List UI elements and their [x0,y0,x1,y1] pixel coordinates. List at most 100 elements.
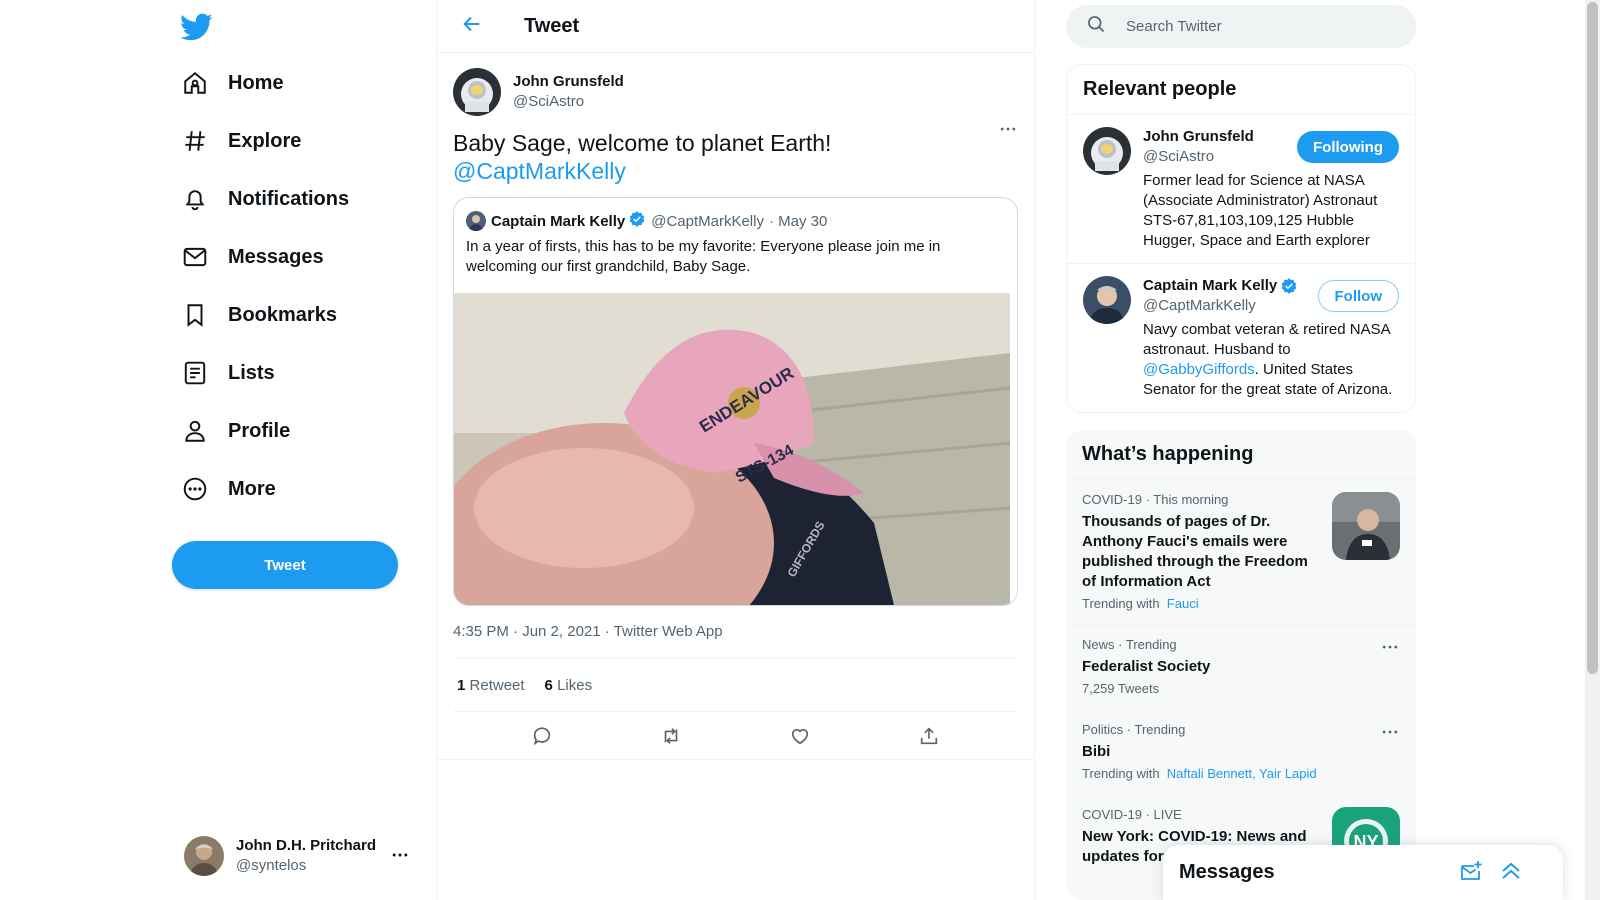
likes-label: Likes [557,676,593,694]
avatar[interactable] [1083,127,1131,175]
home-icon [182,70,208,96]
trend-item[interactable]: News · Trending Federalist Society 7,259… [1066,624,1416,709]
more-horizontal-icon[interactable] [1380,722,1400,747]
following-button[interactable]: Following [1297,131,1399,163]
nav-item-messages[interactable]: Messages [170,232,336,282]
back-button[interactable] [455,9,489,43]
person-name[interactable]: Captain Mark Kelly [1143,276,1277,296]
nav-item-lists[interactable]: Lists [170,348,287,398]
main-column: Tweet John Grunsfeld @SciAstro Baby Sage… [436,0,1035,900]
card-title: What’s happening [1082,443,1254,465]
mail-icon [182,244,208,270]
new-message-icon[interactable] [1459,859,1483,888]
nav-item-profile[interactable]: Profile [170,406,302,456]
trend-subtitle: Trending with Naftali Bennett, Yair Lapi… [1082,766,1400,782]
twitter-bird-icon[interactable] [179,10,213,44]
arrow-left-icon [461,13,483,40]
avatar[interactable] [453,68,501,116]
avatar[interactable] [1083,276,1131,324]
nav-label: Lists [228,361,275,384]
trend-subtitle: 7,259 Tweets [1082,681,1160,696]
trend-link[interactable]: Fauci [1167,596,1199,611]
nav-label: Notifications [228,187,350,210]
page-scrollbar[interactable] [1585,0,1600,900]
nav-label: Home [228,71,284,94]
person-item[interactable]: Captain Mark Kelly @CaptMarkKelly Navy c… [1067,263,1415,412]
nav-item-home[interactable]: Home [170,58,296,108]
account-handle: @syntelos [236,857,307,874]
tweet-author[interactable]: John Grunsfeld @SciAstro [453,53,1018,119]
retweet-icon[interactable] [653,718,689,754]
trend-title: Federalist Society [1082,658,1211,675]
retweets-count: 1 [457,676,466,694]
messages-drawer[interactable]: Messages [1163,845,1563,900]
tweet-photo[interactable]: ENDEAVOUR STS-134 GIFFORDS [454,293,1017,605]
quote-author-name: Captain Mark Kelly [491,212,626,230]
more-horizontal-icon[interactable] [1380,637,1400,662]
trend-title: Thousands of pages of Dr. Anthony Fauci'… [1082,513,1308,590]
left-navigation: Home Explore Notifications Messages Book… [0,0,436,900]
quote-date: · May 30 [768,212,828,230]
search-icon [1086,14,1106,39]
bio-mention-link[interactable]: @GabbyGiffords [1143,361,1255,378]
trend-item[interactable]: Politics · Trending Bibi Trending with N… [1066,709,1416,794]
page-title: Tweet [524,14,580,37]
list-icon [182,360,208,386]
tweet-stats: 1 Retweet 6 Likes [453,658,1018,712]
bookmark-icon [182,302,208,328]
nav-label: More [228,477,276,500]
likes-stat[interactable]: 6 Likes [545,677,593,694]
follow-button[interactable]: Follow [1317,280,1399,312]
trend-sub-label: Trending with [1082,596,1160,611]
whats-happening-card: What’s happening COVID-19 · This morning… [1066,430,1416,900]
nav-item-bookmarks[interactable]: Bookmarks [170,290,349,340]
relevant-people-card: Relevant people John Grunsfeld @SciAstro… [1066,64,1416,413]
author-handle[interactable]: @SciAstro [513,92,624,112]
mention-link[interactable]: @CaptMarkKelly [453,157,1018,185]
quote-text: In a year of firsts, this has to be my f… [466,238,941,275]
share-icon[interactable] [911,718,947,754]
trend-sub-label: Trending with [1082,766,1160,781]
trend-thumbnail [1332,492,1400,560]
nav-item-more[interactable]: More [170,464,288,514]
retweets-stat[interactable]: 1 Retweet [457,677,525,694]
bell-icon [182,186,208,212]
compose-tweet-button[interactable]: Tweet [172,541,398,589]
scrollbar-thumb[interactable] [1587,2,1598,674]
more-horizontal-icon[interactable] [998,119,1018,144]
retweets-label: Retweet [469,676,525,694]
trend-link[interactable]: Naftali Bennett, Yair Lapid [1167,766,1317,781]
person-item[interactable]: John Grunsfeld @SciAstro Former lead for… [1067,114,1415,263]
tweet-actions [437,712,1034,760]
trend-context: COVID-19 · This morning [1082,492,1229,507]
quoted-tweet[interactable]: Captain Mark Kelly @CaptMarkKelly · May … [453,197,1018,606]
quote-author-handle: @CaptMarkKelly [651,212,764,230]
person-icon [182,418,208,444]
nav-label: Profile [228,419,291,442]
account-switcher[interactable]: John D.H. Pritchard @syntelos [172,825,422,887]
search-box[interactable] [1066,5,1416,48]
nav-item-notifications[interactable]: Notifications [170,174,361,224]
reply-icon[interactable] [524,718,560,754]
trend-subtitle: Trending with Fauci [1082,596,1316,612]
tweet-text: Baby Sage, welcome to planet Earth! @Cap… [453,129,1018,185]
trend-context: COVID-19 · LIVE [1082,807,1182,822]
likes-count: 6 [544,676,553,694]
account-name: John D.H. Pritchard [236,837,377,854]
verified-badge-icon [628,210,646,232]
drawer-title: Messages [1179,861,1275,883]
chevron-double-up-icon[interactable] [1499,859,1523,888]
nav-label: Messages [228,245,324,268]
avatar [466,211,486,231]
search-input[interactable] [1126,18,1386,35]
tweet-text-line: Baby Sage, welcome to planet Earth! [453,130,832,156]
tweet-detail: John Grunsfeld @SciAstro Baby Sage, welc… [437,53,1034,760]
nav-label: Bookmarks [228,303,337,326]
author-name[interactable]: John Grunsfeld [513,72,624,92]
like-heart-icon[interactable] [782,718,818,754]
nav-item-explore[interactable]: Explore [170,116,313,166]
page-header: Tweet [437,0,1034,53]
more-horizontal-icon[interactable] [390,845,410,870]
trend-item[interactable]: COVID-19 · This morning Thousands of pag… [1066,479,1416,624]
bio-text: Navy combat veteran & retired NASA astro… [1143,321,1390,358]
